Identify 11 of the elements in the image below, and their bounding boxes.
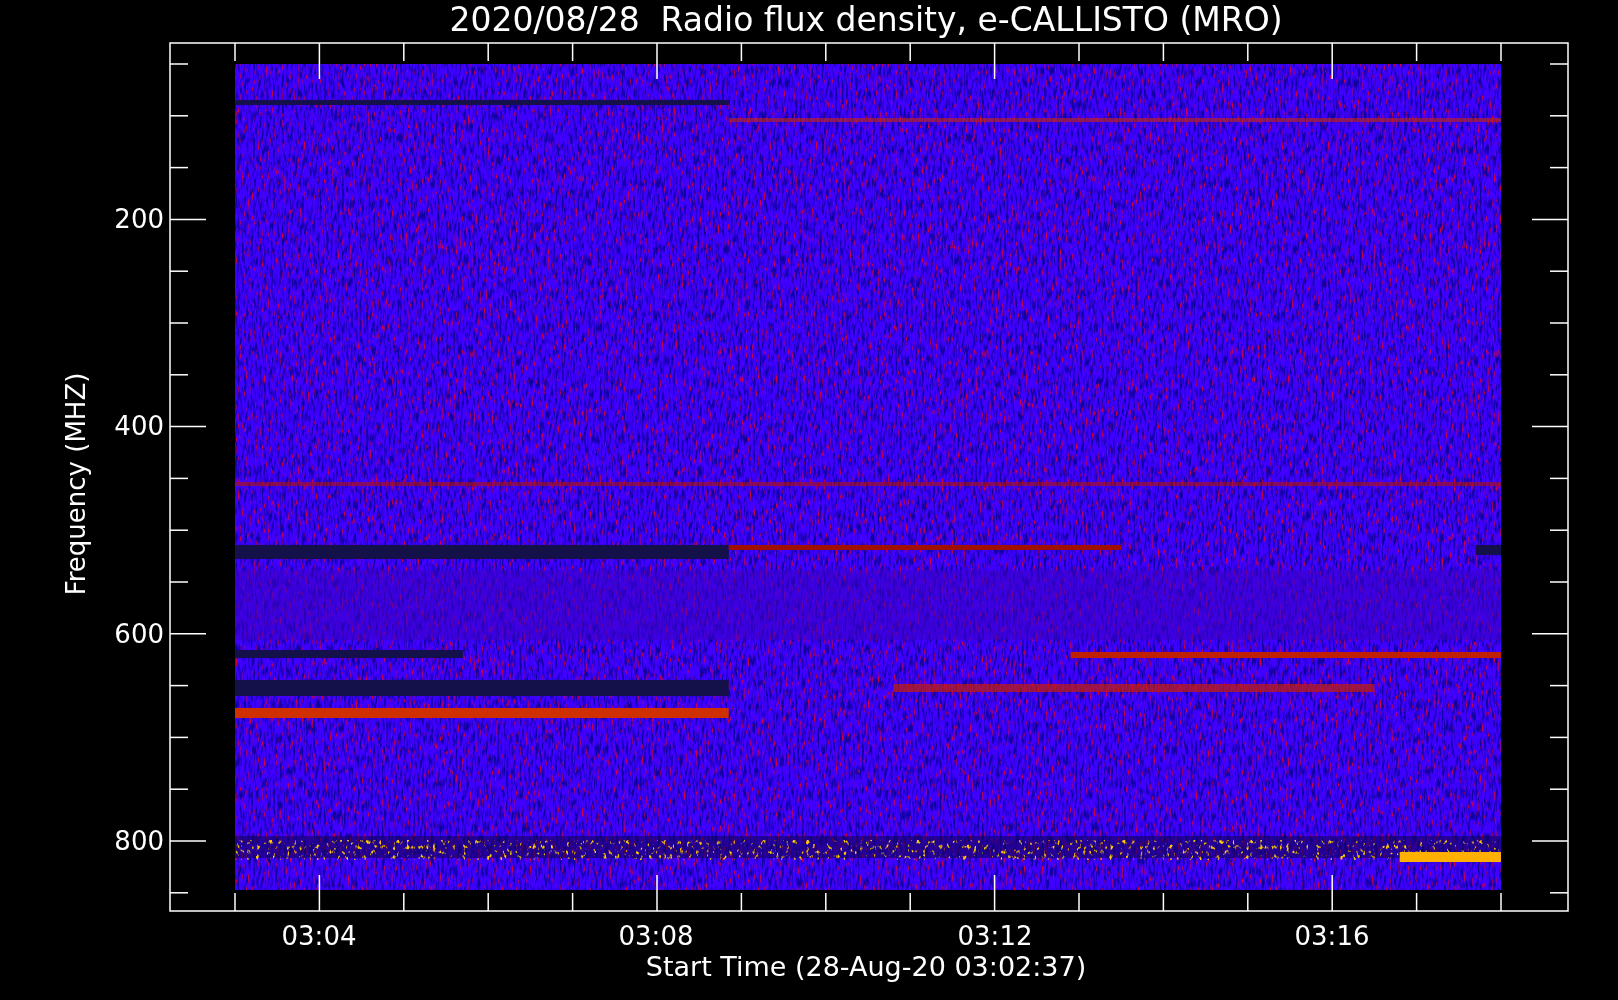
y-tick-label: 600 <box>114 619 164 649</box>
y-tick-label: 400 <box>114 411 164 441</box>
chart-title: 2020/08/28 Radio flux density, e-CALLISTO (MRO) <box>449 0 1283 39</box>
x-tick-label: 03:12 <box>957 921 1033 951</box>
y-tick-label: 800 <box>114 826 164 856</box>
x-tick-label: 03:04 <box>281 921 357 951</box>
y-axis-title: Frequency (MHZ) <box>61 372 91 596</box>
x-tick-label: 03:08 <box>618 921 694 951</box>
x-axis-title: Start Time (28-Aug-20 03:02:37) <box>645 951 1087 982</box>
x-tick-label: 03:16 <box>1294 921 1370 951</box>
y-tick-label: 200 <box>114 204 164 234</box>
